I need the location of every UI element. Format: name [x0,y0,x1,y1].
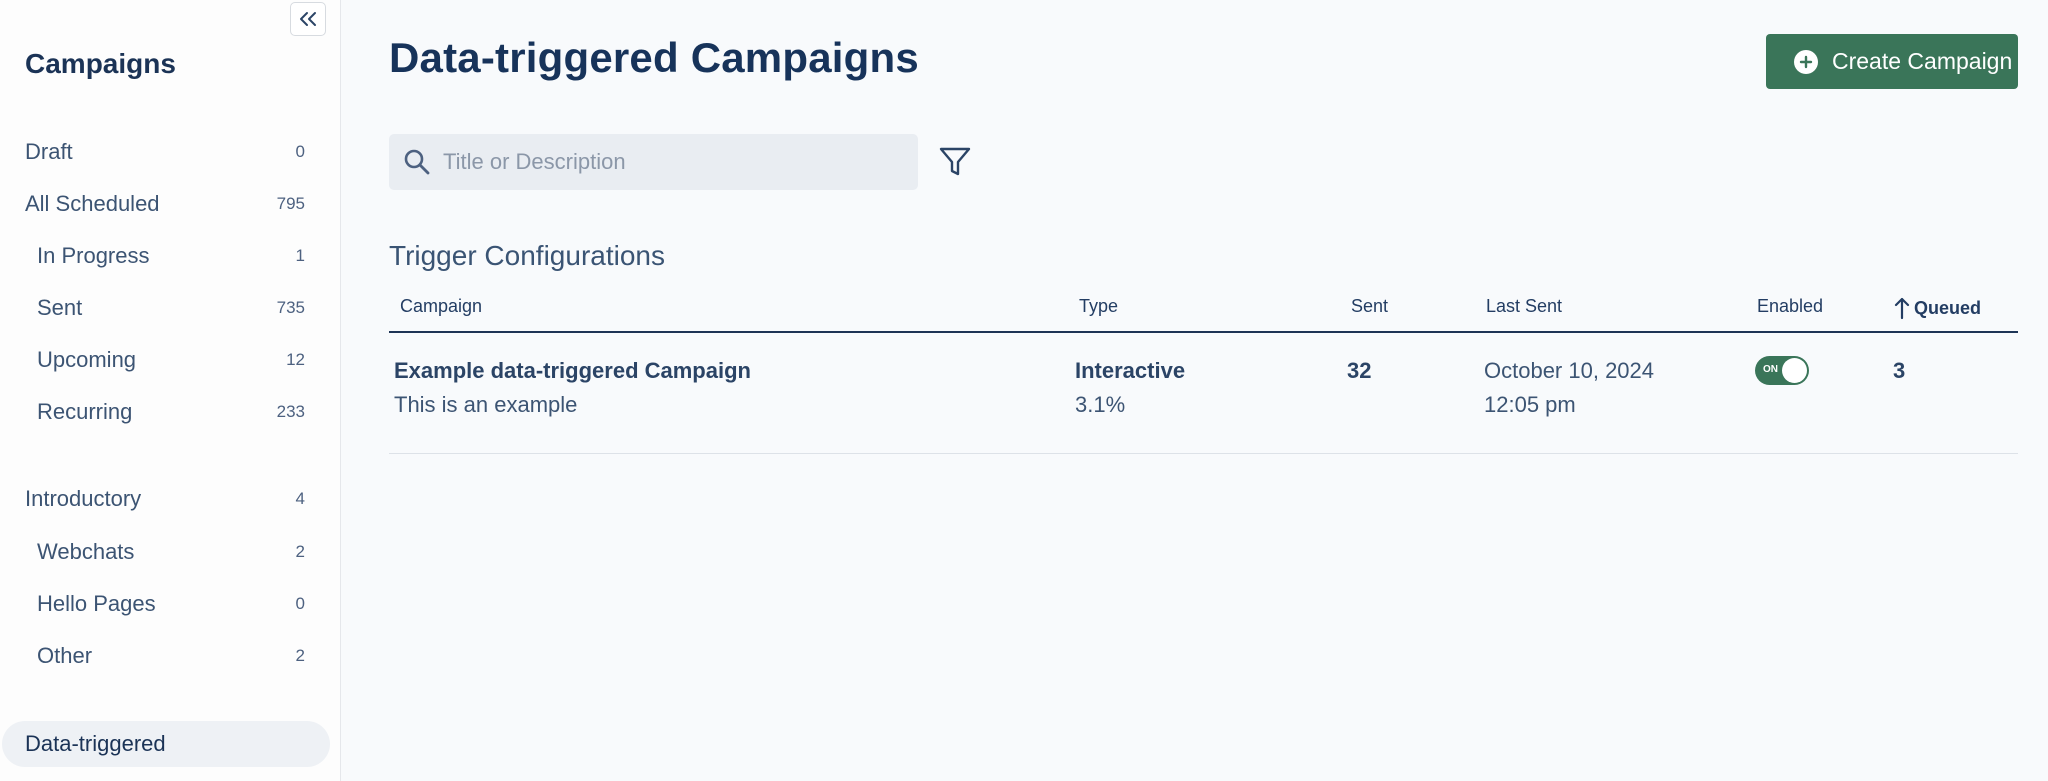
sidebar-item-all-scheduled[interactable]: All Scheduled 795 [0,182,341,226]
column-header-queued[interactable]: Queued [1894,296,1981,320]
sidebar-item-hello-pages[interactable]: Hello Pages 0 [0,582,341,626]
double-chevron-left-icon [300,12,316,26]
plus-circle-icon [1794,49,1818,74]
row-sent: 32 [1347,358,1372,383]
enabled-toggle[interactable]: ON [1755,356,1809,385]
page-title: Data-triggered Campaigns [389,34,919,81]
row-divider [389,453,2018,454]
toggle-on-label: ON [1763,364,1778,375]
collapse-sidebar-button[interactable] [290,2,326,36]
queued-label: Queued [1914,297,1982,318]
header-divider [389,331,2018,333]
sidebar-item-in-progress[interactable]: In Progress 1 [0,234,341,278]
column-header-sent[interactable]: Sent [1351,296,1388,317]
row-type-rate: 3.1% [1075,392,1126,417]
section-title: Trigger Configurations [389,240,665,271]
arrow-up-icon [1894,297,1910,320]
filter-button[interactable] [938,145,974,181]
search-icon [404,149,430,175]
sidebar-item-webchats[interactable]: Webchats 2 [0,530,341,574]
row-type: Interactive [1075,358,1186,383]
create-campaign-button[interactable]: Create Campaign [1766,34,2018,89]
sidebar-item-recurring[interactable]: Recurring 233 [0,390,341,434]
sidebar-item-other[interactable]: Other 2 [0,634,341,678]
row-last-sent-time: 12:05 pm [1484,392,1576,417]
search-box [389,134,918,190]
column-header-type[interactable]: Type [1079,296,1118,317]
sidebar-item-upcoming[interactable]: Upcoming 12 [0,338,341,382]
row-campaign-title[interactable]: Example data-triggered Campaign [394,358,751,384]
row-last-sent-date: October 10, 2024 [1484,358,1655,383]
row-campaign-description: This is an example [394,392,578,417]
row-queued: 3 [1893,358,1906,383]
sidebar: Campaigns Draft 0 All Scheduled 795 In Pro… [0,0,341,781]
column-header-enabled[interactable]: Enabled [1757,296,1823,317]
sidebar-item-introductory[interactable]: Introductory 4 [0,477,341,521]
filter-icon [939,147,971,176]
sidebar-item-draft[interactable]: Draft 0 [0,130,341,174]
sidebar-item-sent[interactable]: Sent 735 [0,286,341,330]
sidebar-title: Campaigns [25,48,176,79]
column-header-campaign[interactable]: Campaign [400,296,482,317]
search-input[interactable] [443,149,903,175]
toggle-knob [1782,358,1807,383]
column-header-last-sent[interactable]: Last Sent [1486,296,1562,317]
create-campaign-label: Create Campaign [1832,48,2013,74]
sidebar-item-data-triggered[interactable]: Data-triggered [2,721,330,767]
